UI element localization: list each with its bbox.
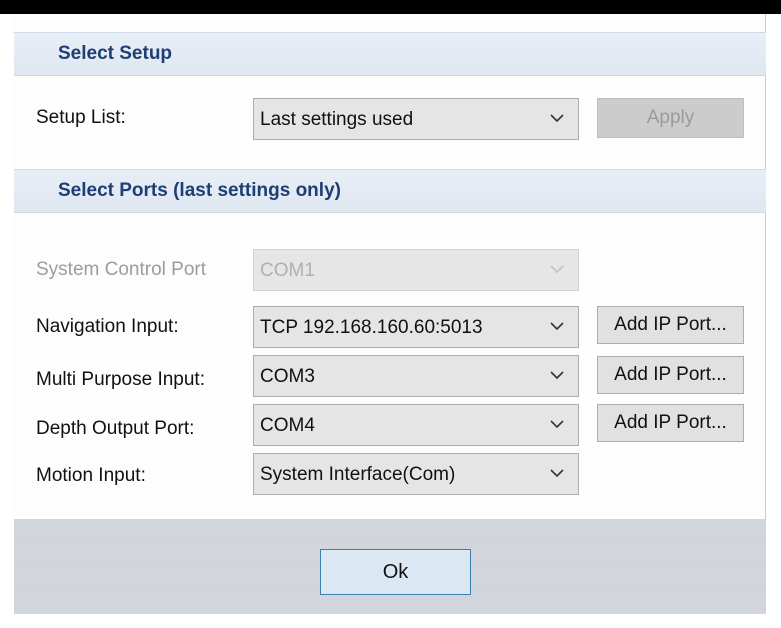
setup-list-value: Last settings used — [260, 109, 414, 130]
dialog-footer: Ok — [14, 519, 766, 614]
window-left-edge — [0, 14, 14, 628]
ok-button[interactable]: Ok — [320, 549, 471, 595]
port-setup-dialog: Select Setup Setup List: Last settings u… — [14, 14, 766, 614]
navigation-input-value: TCP 192.168.160.60:5013 — [260, 317, 483, 338]
add-ip-port-button-navigation[interactable]: Add IP Port... — [597, 306, 744, 344]
chevron-down-icon — [550, 265, 564, 274]
chevron-down-icon — [550, 371, 564, 380]
select-setup-header: Select Setup — [14, 32, 766, 76]
navigation-input-dropdown[interactable]: TCP 192.168.160.60:5013 — [253, 306, 579, 348]
depth-output-port-label: Depth Output Port: — [36, 418, 195, 439]
chevron-down-icon — [550, 420, 564, 429]
setup-list-label: Setup List: — [36, 107, 126, 128]
multi-purpose-input-value: COM3 — [260, 366, 315, 387]
setup-list-dropdown[interactable]: Last settings used — [253, 98, 579, 140]
window-top-edge — [0, 0, 781, 14]
motion-input-value: System Interface(Com) — [260, 464, 456, 485]
navigation-input-label: Navigation Input: — [36, 316, 179, 337]
apply-button[interactable]: Apply — [597, 98, 744, 138]
add-ip-port-button-multi-purpose[interactable]: Add IP Port... — [597, 356, 744, 394]
depth-output-port-value: COM4 — [260, 415, 315, 436]
motion-input-label: Motion Input: — [36, 465, 146, 486]
add-ip-port-button-depth-output[interactable]: Add IP Port... — [597, 404, 744, 442]
multi-purpose-input-label: Multi Purpose Input: — [36, 369, 205, 390]
select-setup-title: Select Setup — [58, 43, 173, 64]
multi-purpose-input-dropdown[interactable]: COM3 — [253, 355, 579, 397]
system-control-port-label: System Control Port — [36, 259, 206, 280]
depth-output-port-dropdown[interactable]: COM4 — [253, 404, 579, 446]
select-ports-title: Select Ports (last settings only) — [58, 180, 341, 201]
screen: Select Setup Setup List: Last settings u… — [0, 0, 781, 628]
system-control-port-dropdown[interactable]: COM1 — [253, 249, 579, 291]
chevron-down-icon — [550, 469, 564, 478]
chevron-down-icon — [550, 114, 564, 123]
motion-input-dropdown[interactable]: System Interface(Com) — [253, 453, 579, 495]
select-ports-header: Select Ports (last settings only) — [14, 169, 766, 213]
system-control-port-value: COM1 — [260, 260, 315, 281]
chevron-down-icon — [550, 322, 564, 331]
